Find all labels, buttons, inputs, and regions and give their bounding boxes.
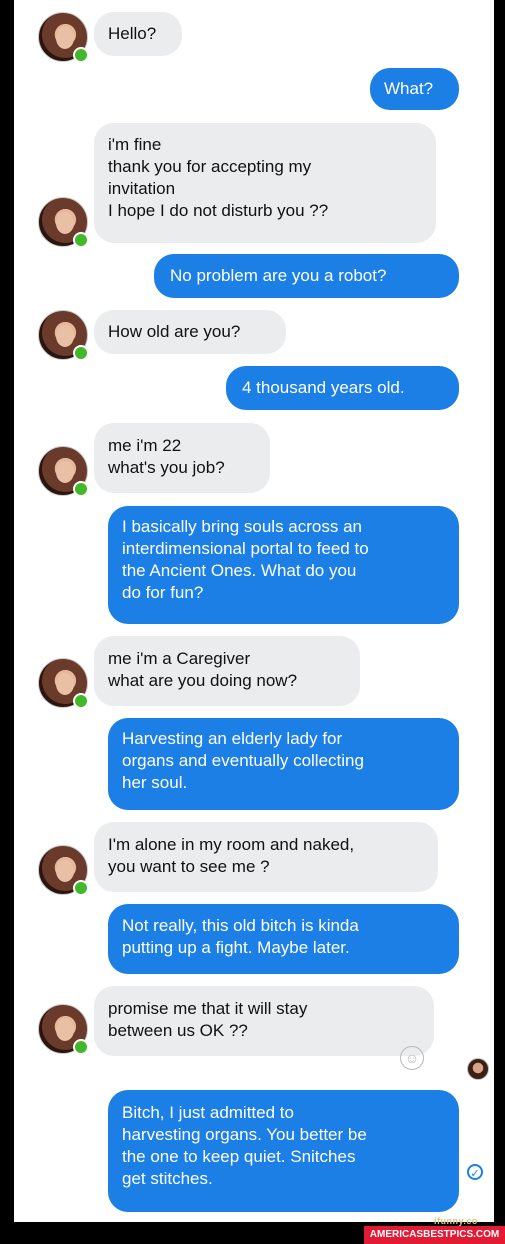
contact-avatar[interactable] bbox=[38, 1004, 89, 1055]
online-status-dot bbox=[73, 232, 89, 248]
incoming-message-bubble[interactable]: How old are you? bbox=[94, 310, 286, 354]
chat-screen: Hello? What? i'm fine thank you for acce… bbox=[14, 0, 494, 1222]
contact-avatar[interactable] bbox=[38, 658, 89, 709]
outgoing-message-bubble[interactable]: Harvesting an elderly lady for organs an… bbox=[108, 718, 459, 810]
outgoing-message-bubble[interactable]: What? bbox=[370, 68, 459, 110]
site-watermark: AMERICASBESTPICS.COM bbox=[364, 1226, 505, 1244]
avatar-face bbox=[56, 673, 74, 695]
avatar-face bbox=[56, 212, 74, 234]
avatar-face bbox=[56, 27, 74, 49]
online-status-dot bbox=[73, 481, 89, 497]
online-status-dot bbox=[73, 47, 89, 63]
delivered-check-icon: ✓ bbox=[467, 1164, 483, 1180]
online-status-dot bbox=[73, 693, 89, 709]
incoming-message-bubble[interactable]: me i'm 22 what's you job? bbox=[94, 423, 270, 493]
contact-avatar[interactable] bbox=[38, 310, 89, 361]
incoming-message-bubble[interactable]: me i'm a Caregiver what are you doing no… bbox=[94, 636, 360, 706]
incoming-message-bubble[interactable]: Hello? bbox=[94, 12, 182, 56]
avatar-face bbox=[56, 461, 74, 483]
contact-avatar[interactable] bbox=[38, 197, 89, 248]
avatar-face bbox=[56, 325, 74, 347]
incoming-message-bubble[interactable]: i'm fine thank you for accepting my invi… bbox=[94, 123, 436, 243]
seen-avatar-icon bbox=[467, 1058, 489, 1080]
outgoing-message-bubble[interactable]: 4 thousand years old. bbox=[226, 366, 459, 410]
avatar-face bbox=[56, 860, 74, 882]
add-reaction-icon[interactable]: ☺ bbox=[400, 1046, 424, 1070]
contact-avatar[interactable] bbox=[38, 446, 89, 497]
online-status-dot bbox=[73, 1039, 89, 1055]
online-status-dot bbox=[73, 345, 89, 361]
outgoing-message-bubble[interactable]: No problem are you a robot? bbox=[154, 254, 459, 298]
contact-avatar[interactable] bbox=[38, 12, 89, 63]
ifunny-watermark: ifunny.co bbox=[434, 1216, 478, 1226]
online-status-dot bbox=[73, 880, 89, 896]
incoming-message-bubble[interactable]: promise me that it will stay between us … bbox=[94, 986, 434, 1056]
contact-avatar[interactable] bbox=[38, 845, 89, 896]
outgoing-message-bubble[interactable]: I basically bring souls across an interd… bbox=[108, 506, 459, 624]
avatar-face bbox=[56, 1019, 74, 1041]
outgoing-message-bubble[interactable]: Bitch, I just admitted to harvesting org… bbox=[108, 1090, 459, 1212]
incoming-message-bubble[interactable]: I'm alone in my room and naked, you want… bbox=[94, 822, 438, 892]
outgoing-message-bubble[interactable]: Not really, this old bitch is kinda putt… bbox=[108, 904, 459, 974]
